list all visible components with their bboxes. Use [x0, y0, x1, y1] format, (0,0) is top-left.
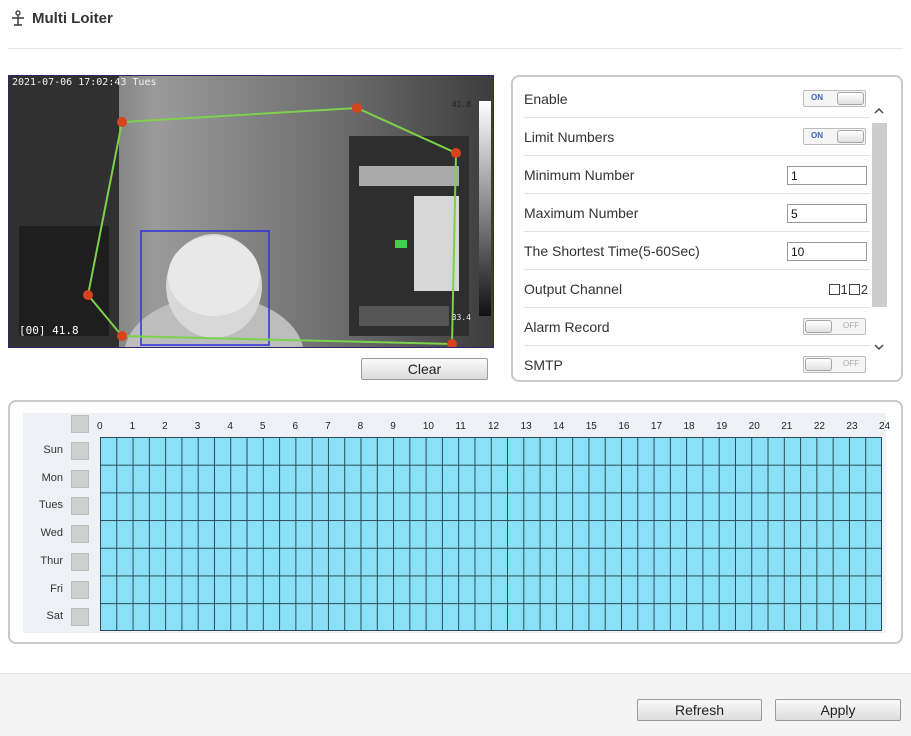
hour-label: 0 — [97, 421, 103, 432]
limit-numbers-toggle[interactable]: ON — [803, 128, 866, 145]
minimum-number-label: Minimum Number — [524, 166, 635, 183]
enable-toggle[interactable]: ON — [803, 90, 866, 107]
toggle-knob — [805, 358, 832, 371]
page-title: Multi Loiter — [32, 9, 113, 27]
region-vertex — [117, 117, 127, 127]
alarm-record-row: Alarm Record OFF — [524, 308, 870, 346]
hour-label: 16 — [618, 421, 630, 432]
page-header: Multi Loiter — [10, 6, 113, 30]
schedule-grid[interactable] — [100, 437, 882, 631]
alarm-record-toggle[interactable]: OFF — [803, 318, 866, 335]
hour-label: 14 — [553, 421, 565, 432]
select-day-icon[interactable] — [71, 497, 89, 516]
hotspot-marker — [395, 240, 407, 248]
hour-label: 8 — [357, 421, 364, 432]
toggle-knob — [837, 92, 864, 105]
channel-1-label: 1 — [840, 282, 848, 297]
smtp-toggle[interactable]: OFF — [803, 356, 866, 373]
hour-label: 24 — [879, 421, 891, 432]
thermal-scene — [9, 76, 493, 347]
enable-row: Enable ON — [524, 80, 870, 118]
shortest-time-label: The Shortest Time(5-60Sec) — [524, 242, 700, 259]
smtp-label: SMTP — [524, 357, 563, 373]
hour-label: 20 — [748, 421, 760, 432]
select-day-icon[interactable] — [71, 442, 89, 460]
hour-label: 7 — [325, 421, 331, 432]
shortest-time-input[interactable]: 10 — [787, 242, 867, 261]
hour-label: 10 — [422, 421, 434, 432]
loiter-icon — [12, 10, 24, 26]
schedule-grid-area: 0 1 2 3 4 5 6 7 8 9 10 11 12 13 14 15 16 17 18 19 20 21 22 23 24… — [23, 413, 890, 633]
hour-label: 19 — [716, 421, 728, 432]
maximum-number-label: Maximum Number — [524, 204, 639, 221]
hour-label: 5 — [259, 421, 266, 432]
day-label-wed: Wed — [40, 527, 63, 540]
smtp-row: SMTP OFF — [524, 346, 870, 384]
select-day-icon[interactable] — [71, 469, 89, 488]
header-divider — [8, 48, 903, 49]
apply-button[interactable]: Apply — [775, 699, 901, 721]
hour-label: 6 — [292, 421, 299, 432]
output-channel-row: Output Channel 1 2 — [524, 270, 870, 308]
select-all-icon[interactable] — [71, 415, 89, 433]
maximum-number-row: Maximum Number 5 — [524, 194, 870, 232]
minimum-number-row: Minimum Number 1 — [524, 156, 870, 194]
temperature-overlay: [00] 41.8 — [19, 324, 79, 337]
scrollbar-thumb[interactable] — [872, 123, 887, 307]
select-day-icon[interactable] — [71, 608, 89, 627]
shortest-time-row: The Shortest Time(5-60Sec) 10 — [524, 232, 870, 270]
region-vertex — [117, 331, 127, 341]
scale-min-label: 33.4 — [451, 313, 471, 322]
enable-label: Enable — [524, 90, 568, 107]
toggle-knob — [837, 130, 864, 143]
schedule-panel: 0 1 2 3 4 5 6 7 8 9 10 11 12 13 14 15 16 17 18 19 20 21 22 23 24… — [8, 400, 903, 644]
select-day-icon[interactable] — [71, 552, 89, 571]
settings-scrollbar[interactable] — [870, 77, 889, 380]
day-label-sun: Sun — [43, 444, 63, 456]
scroll-down-icon[interactable] — [873, 341, 885, 353]
day-label-mon: Mon — [41, 471, 63, 484]
hour-label: 18 — [683, 421, 695, 432]
channel-2-label: 2 — [860, 282, 868, 297]
region-vertex — [451, 148, 461, 158]
channel-1-checkbox[interactable] — [828, 284, 840, 295]
maximum-number-input[interactable]: 5 — [787, 204, 867, 223]
hour-label: 2 — [162, 421, 168, 432]
clear-button[interactable]: Clear — [361, 358, 488, 380]
scroll-up-icon[interactable] — [873, 105, 885, 117]
select-day-icon[interactable] — [71, 525, 89, 544]
day-label-thur: Thur — [40, 554, 63, 567]
hour-label: 9 — [390, 421, 396, 432]
region-vertex — [83, 290, 93, 300]
output-channel-label: Output Channel — [524, 280, 623, 297]
hour-label: 12 — [488, 421, 500, 432]
region-vertex — [352, 103, 362, 113]
hour-label: 21 — [781, 421, 793, 432]
video-preview[interactable]: 2021-07-06 17:02:43 Tues [00] 41.8 41.8 … — [8, 75, 494, 348]
minimum-number-input[interactable]: 1 — [787, 166, 867, 185]
channel-2-checkbox[interactable] — [848, 284, 860, 295]
video-timestamp: 2021-07-06 17:02:43 Tues — [12, 77, 157, 88]
output-channel-options: 1 2 — [828, 282, 868, 297]
day-label-fri: Fri — [50, 582, 63, 595]
hour-label: 15 — [585, 421, 597, 432]
settings-panel: Enable ON Limit Numbers ON Minimum Numbe… — [511, 75, 903, 382]
day-label-sat: Sat — [46, 610, 63, 623]
select-day-icon[interactable] — [71, 580, 89, 599]
hour-label: 1 — [129, 421, 136, 432]
hour-label: 4 — [227, 421, 233, 432]
hour-label: 13 — [520, 421, 532, 432]
alarm-record-label: Alarm Record — [524, 318, 610, 335]
hour-label: 3 — [194, 421, 201, 432]
limit-numbers-row: Limit Numbers ON — [524, 118, 870, 156]
hour-label: 17 — [650, 421, 663, 432]
hour-label: 11 — [455, 421, 466, 432]
day-label-tues: Tues — [38, 499, 63, 512]
limit-numbers-label: Limit Numbers — [524, 128, 615, 145]
hour-label: 22 — [813, 421, 825, 432]
scale-max-label: 41.8 — [451, 100, 471, 109]
hour-label: 23 — [846, 421, 858, 432]
refresh-button[interactable]: Refresh — [637, 699, 762, 721]
toggle-knob — [805, 320, 832, 333]
